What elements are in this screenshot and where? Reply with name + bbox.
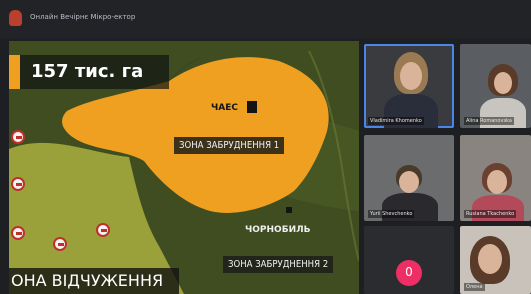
chaes-marker-icon xyxy=(247,101,257,113)
mic-icon[interactable]: 0 xyxy=(396,260,422,286)
participant-face xyxy=(399,171,419,193)
app-logo-icon xyxy=(9,10,22,26)
exclusion-zone-label: ОНА ВІДЧУЖЕННЯ xyxy=(11,271,164,290)
chornobyl-marker-icon xyxy=(286,207,292,213)
checkpoint-sign-icon xyxy=(53,237,67,251)
participant-face xyxy=(494,72,512,94)
area-value: 157 тис. га xyxy=(31,61,144,82)
meeting-title-bar: Онлайн Вечірнє Мікро-ектор xyxy=(0,0,531,38)
participant-face xyxy=(400,62,422,90)
participant-tile[interactable]: Alina Romanovska xyxy=(460,44,531,128)
zone-1-label: ЗОНА ЗАБРУДНЕННЯ 1 xyxy=(174,137,285,154)
checkpoint-sign-icon xyxy=(11,177,25,191)
participant-tile[interactable]: Yurii Shevchenko xyxy=(364,135,454,221)
area-value-banner: 157 тис. га xyxy=(9,55,169,89)
chaes-label: ЧАЕС xyxy=(211,103,238,113)
participant-name: Олена xyxy=(464,283,485,291)
exclusion-zone-banner: ОНА ВІДЧУЖЕННЯ xyxy=(9,268,179,294)
participant-name: Yurii Shevchenko xyxy=(368,210,415,218)
participant-name: Vladimira Khomenko xyxy=(368,117,424,125)
checkpoint-sign-icon xyxy=(11,130,25,144)
participant-tile[interactable]: Vladimira Khomenko xyxy=(364,44,454,128)
participant-face xyxy=(478,244,502,274)
chornobyl-label: ЧОРНОБИЛЬ xyxy=(245,225,311,235)
participant-tile-camera-off[interactable]: 0 xyxy=(364,226,454,294)
meeting-title: Онлайн Вечірнє Мікро-ектор xyxy=(30,13,136,21)
participant-face xyxy=(487,170,507,194)
participant-name: Alina Romanovska xyxy=(464,117,514,125)
checkpoint-sign-icon xyxy=(96,223,110,237)
participant-tile[interactable]: Олена xyxy=(460,226,531,294)
checkpoint-sign-icon xyxy=(11,226,25,240)
accent-bar xyxy=(9,55,20,89)
participant-tile[interactable]: Ruslana Tkachenko xyxy=(460,135,531,221)
screen-share-view[interactable]: 157 тис. га ЧАЕС ЗОНА ЗАБРУДНЕННЯ 1 ЧОРН… xyxy=(9,41,359,294)
zone-2-label: ЗОНА ЗАБРУДНЕННЯ 2 xyxy=(223,256,334,273)
participant-name: Ruslana Tkachenko xyxy=(464,210,517,218)
